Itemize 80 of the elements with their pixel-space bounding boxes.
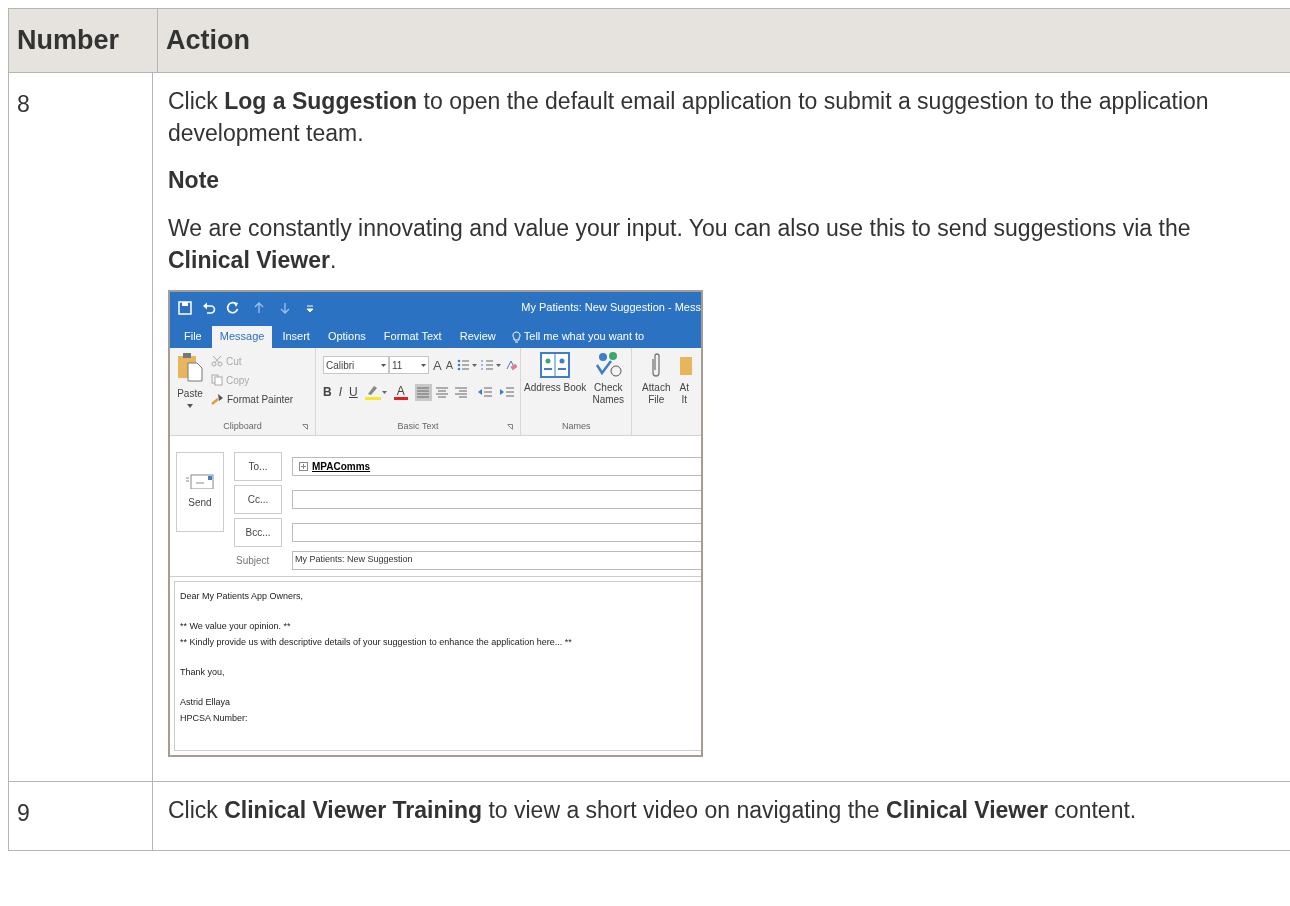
ribbon-tab[interactable]: Insert xyxy=(274,325,318,348)
customize-icon xyxy=(306,303,314,312)
subject-field[interactable]: My Patients: New Suggestion xyxy=(292,550,701,570)
launcher-icon xyxy=(507,423,513,430)
undo-icon[interactable] xyxy=(202,300,216,315)
clear-formatting-icon xyxy=(505,359,517,372)
format-painter-button[interactable]: Format Painter xyxy=(211,391,294,407)
numbered-list-icon xyxy=(481,359,501,372)
bullet-list-icon xyxy=(457,359,477,372)
expand-icon xyxy=(299,461,308,471)
column-header: Action xyxy=(166,24,250,58)
tell-me-search[interactable]: Tell me what you want to xyxy=(523,328,645,345)
italic-button[interactable]: I xyxy=(338,383,342,401)
address-book-button[interactable]: Address Book xyxy=(524,350,587,419)
email-body-text: Astrid Ellaya xyxy=(180,695,232,709)
underline-button[interactable]: U xyxy=(349,383,358,401)
attach-file-button[interactable]: Attach File xyxy=(636,350,677,435)
down-arrow-icon xyxy=(280,301,290,314)
shrink-font-button[interactable]: A xyxy=(445,357,453,374)
paperclip-icon xyxy=(650,350,663,379)
step-number: 9 xyxy=(17,799,30,826)
font-color-button[interactable]: A xyxy=(393,384,408,400)
font-size-dropdown[interactable]: 11 xyxy=(389,356,429,375)
envelope-icon xyxy=(186,473,214,489)
subject-label: Subject xyxy=(235,553,271,568)
address-button[interactable]: To... xyxy=(234,451,282,481)
copy-icon xyxy=(211,374,223,386)
lightbulb-icon xyxy=(511,330,521,343)
group-label: Basic Text xyxy=(397,419,439,433)
window-title: My Patients: New Suggestion - Mess xyxy=(521,300,701,316)
ribbon-tab[interactable]: Format Text xyxy=(375,325,450,348)
font-name-dropdown[interactable]: Calibri xyxy=(323,356,389,375)
check-names-icon xyxy=(593,350,624,379)
caret-icon xyxy=(381,363,386,367)
attach-item-button[interactable]: At It xyxy=(678,350,693,435)
ribbon-tab[interactable]: File xyxy=(176,325,210,348)
step-number: 8 xyxy=(17,91,30,117)
align-lines-icon xyxy=(435,385,450,399)
increase-indent-icon xyxy=(498,386,514,398)
up-arrow-icon xyxy=(254,301,264,314)
ribbon-tab[interactable]: Options xyxy=(319,325,374,348)
email-body-text: HPCSA Number: xyxy=(180,711,249,725)
email-body-text: ** Kindly provide us with descriptive details of your suggestion to enhance the application here... ** xyxy=(180,635,573,649)
scissors-icon xyxy=(211,355,223,367)
instruction-text: We are constantly innovating and value your input. You can also use this to send suggestions via the Clinical Viewer. xyxy=(168,213,1192,275)
caret-icon xyxy=(187,403,193,408)
highlighter-icon xyxy=(364,384,387,400)
column-header: Number xyxy=(17,24,119,58)
recipient-field[interactable] xyxy=(292,489,701,509)
instruction-text: Click Clinical Viewer Training to view a short video on navigating the Clinical Viewer content. xyxy=(168,795,1138,825)
align-button[interactable] xyxy=(414,383,432,401)
align-lines-icon xyxy=(454,385,469,399)
recipient-field[interactable] xyxy=(292,522,701,542)
address-button[interactable]: Cc... xyxy=(234,484,282,514)
note-heading: Note xyxy=(168,166,221,195)
address-book-icon xyxy=(540,350,571,379)
ribbon-tab[interactable]: Message xyxy=(211,325,273,348)
email-body-text: Thank you, xyxy=(180,665,226,679)
clipboard-icon xyxy=(177,351,203,382)
email-body-text: Dear My Patients App Owners, xyxy=(180,589,305,603)
launcher-icon xyxy=(302,423,308,430)
align-lines-icon xyxy=(416,385,431,399)
instruction-text: Click Log a Suggestion to open the default email application to submit a suggestion to the application development team. xyxy=(168,87,1210,148)
address-button[interactable]: Bcc... xyxy=(234,517,282,547)
decrease-indent-icon xyxy=(476,386,492,398)
grow-font-button[interactable]: A xyxy=(433,355,442,375)
email-body-text: ** We value your opinion. ** xyxy=(180,619,292,633)
recipient-name: MPAComms xyxy=(312,459,371,474)
paste-button[interactable]: Paste xyxy=(173,347,207,419)
redo-icon[interactable] xyxy=(226,300,240,315)
save-icon[interactable] xyxy=(178,300,192,315)
recipient-field[interactable]: MPAComms xyxy=(292,456,701,476)
bold-button[interactable]: B xyxy=(323,383,332,401)
group-label: Names xyxy=(561,419,591,433)
paintbrush-icon xyxy=(211,393,224,405)
ribbon-tab[interactable]: Review xyxy=(451,325,504,348)
group-label: Clipboard xyxy=(223,419,262,433)
send-button[interactable]: Send xyxy=(176,451,224,532)
check-names-button[interactable]: Check Names xyxy=(588,350,629,419)
caret-icon xyxy=(421,363,426,367)
